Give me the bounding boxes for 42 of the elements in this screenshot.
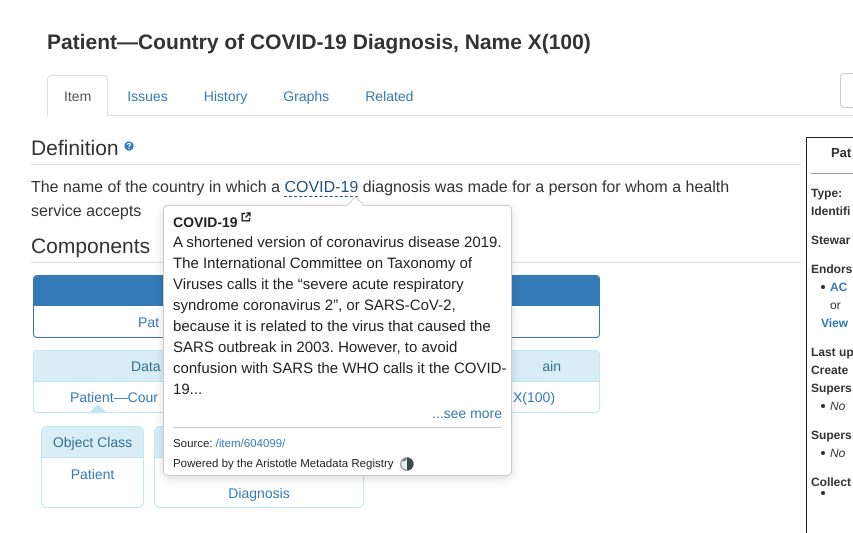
- field-label: Identifi: [811, 203, 852, 220]
- tab[interactable]: History: [186, 75, 264, 115]
- endorsement-link[interactable]: AC: [830, 278, 848, 296]
- source-link[interactable]: /item/604099/: [216, 434, 286, 454]
- tab[interactable]: Graphs: [266, 75, 346, 115]
- registry-logo-icon: [400, 457, 414, 471]
- source-label: Source:: [173, 437, 213, 452]
- data-element-link[interactable]: Pat: [138, 314, 160, 330]
- property-link[interactable]: Diagnosis: [228, 485, 290, 501]
- bullet-icon: [821, 491, 825, 495]
- field-value: No: [830, 398, 846, 415]
- field-value: or: [829, 297, 842, 314]
- view-link[interactable]: View: [811, 314, 853, 332]
- tab[interactable]: Issues: [110, 75, 185, 115]
- external-link-icon[interactable]: [240, 212, 251, 222]
- card-header: ain: [542, 358, 561, 374]
- concept-link[interactable]: Patient—Cour: [70, 389, 158, 405]
- see-more-link[interactable]: ...see more: [432, 405, 502, 421]
- panel-title: Pat: [830, 144, 852, 160]
- powered-by-text: Powered by the Aristotle Metadata Registry: [173, 457, 394, 472]
- field-label: Endors: [811, 261, 853, 278]
- field-label: Supers: [811, 427, 853, 444]
- value-domain-link[interactable]: X(100): [512, 389, 555, 405]
- page-title: Patient—Country of COVID-19 Diagnosis, Name X(100): [47, 30, 592, 56]
- field-label: Stewar: [811, 232, 852, 249]
- section-heading: Definition: [31, 137, 119, 161]
- help-icon[interactable]: [124, 141, 134, 151]
- field-label: Type:: [811, 185, 844, 202]
- field-label: Supers: [811, 380, 853, 397]
- card-header: Data: [131, 358, 161, 374]
- bullet-icon: [821, 451, 825, 455]
- field-label: Create: [811, 362, 850, 379]
- tab[interactable]: Related: [348, 75, 430, 115]
- bullet-icon: [821, 404, 825, 408]
- card-header: Object Class: [52, 434, 132, 450]
- field-label: Collect: [811, 474, 852, 491]
- field-label: Last up: [811, 344, 853, 361]
- bullet-icon: [821, 285, 825, 289]
- object-class-link[interactable]: Patient: [70, 466, 114, 482]
- tab[interactable]: Item: [47, 75, 108, 116]
- glossary-link[interactable]: COVID-19: [284, 179, 358, 197]
- field-value: No: [830, 445, 846, 462]
